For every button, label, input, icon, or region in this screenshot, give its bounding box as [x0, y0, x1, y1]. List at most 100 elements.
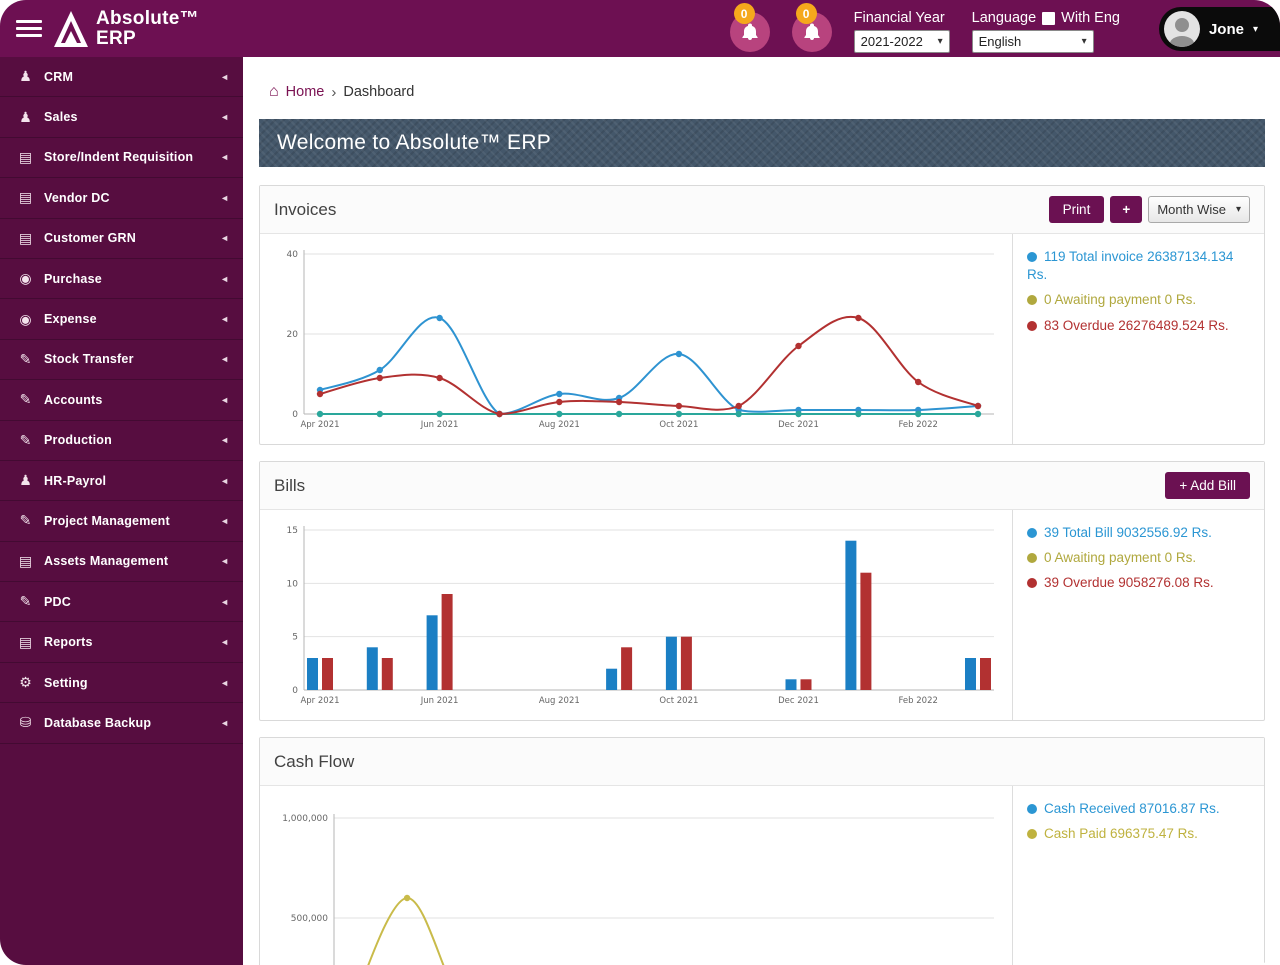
- sidebar-item-customer-grn[interactable]: ▤Customer GRN◄: [0, 219, 243, 259]
- gears-icon: ⚙: [16, 674, 35, 691]
- money-icon: ◉: [16, 270, 35, 287]
- legend-item: 0 Awaiting payment 0 Rs.: [1027, 549, 1254, 567]
- sidebar-item-vendor-dc[interactable]: ▤Vendor DC◄: [0, 178, 243, 218]
- sidebar-item-crm[interactable]: ♟CRM◄: [0, 57, 243, 97]
- sidebar: ♟CRM◄♟Sales◄▤Store/Indent Requisition◄▤V…: [0, 57, 243, 965]
- sidebar-item-sales[interactable]: ♟Sales◄: [0, 97, 243, 137]
- bell-icon: [741, 23, 759, 41]
- money-icon: ◉: [16, 311, 35, 328]
- sidebar-item-stock-transfer[interactable]: ✎ Stock Transfer ◄: [0, 340, 243, 380]
- invoices-card: Invoices Print + Month Wise ▾ 02040Apr 2…: [259, 185, 1265, 445]
- bills-legend: 39 Total Bill 9032556.92 Rs. 0 Awaiting p…: [1012, 510, 1264, 720]
- sidebar-item-accounts[interactable]: ✎Accounts◄: [0, 380, 243, 420]
- sidebar-item-label: Store/Indent Requisition: [44, 150, 193, 164]
- sidebar-item-store-indent-requisition[interactable]: ▤Store/Indent Requisition◄: [0, 138, 243, 178]
- notification-bell-1[interactable]: 0: [730, 12, 770, 52]
- financial-year-label: Financial Year: [854, 10, 950, 26]
- home-icon[interactable]: ⌂: [269, 83, 279, 101]
- user-menu[interactable]: Jone ▾: [1159, 7, 1280, 51]
- user-name: Jone: [1209, 21, 1244, 38]
- svg-text:10: 10: [287, 579, 299, 589]
- caret-left-icon: ◄: [220, 354, 229, 364]
- sidebar-item-purchase[interactable]: ◉Purchase◄: [0, 259, 243, 299]
- caret-left-icon: ◄: [220, 274, 229, 284]
- svg-text:20: 20: [287, 330, 299, 340]
- with-eng-label: With Eng: [1061, 10, 1120, 26]
- database-icon: ⛁: [16, 714, 35, 731]
- card-icon: ▤: [16, 230, 35, 247]
- sidebar-item-label: Accounts: [44, 393, 103, 407]
- sidebar-item-project-management[interactable]: ✎Project Management◄: [0, 501, 243, 541]
- svg-text:Dec 2021: Dec 2021: [778, 420, 819, 430]
- add-invoice-button[interactable]: +: [1110, 196, 1142, 223]
- legend-text: 83 Overdue 26276489.524 Rs.: [1044, 318, 1229, 333]
- language-value: English: [979, 34, 1022, 49]
- svg-text:1,000,000: 1,000,000: [282, 814, 328, 824]
- legend-dot: [1027, 295, 1037, 305]
- legend-text: 0 Awaiting payment 0 Rs.: [1044, 550, 1196, 565]
- bills-card: Bills + Add Bill 051015Apr 2021Jun 2021A…: [259, 461, 1265, 721]
- caret-left-icon: ◄: [220, 72, 229, 82]
- bell-icon: [803, 23, 821, 41]
- legend-text: 39 Overdue 9058276.08 Rs.: [1044, 575, 1214, 590]
- logo-triangle-icon: [54, 10, 88, 48]
- sidebar-item-reports[interactable]: ▤Reports◄: [0, 622, 243, 662]
- svg-text:Jun 2021: Jun 2021: [420, 420, 459, 430]
- sidebar-item-label: Stock Transfer: [44, 352, 134, 366]
- pencil-icon: ✎: [16, 351, 35, 368]
- hamburger-menu-icon[interactable]: [16, 20, 42, 37]
- pencil-icon: ✎: [16, 512, 35, 529]
- bills-card-header: Bills + Add Bill: [260, 462, 1264, 510]
- pencil-icon: ✎: [16, 593, 35, 610]
- financial-year-block: Financial Year 2021-2022 ▾: [854, 10, 950, 53]
- invoices-card-header: Invoices Print + Month Wise ▾: [260, 186, 1264, 234]
- svg-text:0: 0: [292, 686, 298, 696]
- sidebar-item-setting[interactable]: ⚙Setting◄: [0, 663, 243, 703]
- legend-dot: [1027, 252, 1037, 262]
- month-wise-select[interactable]: Month Wise ▾: [1148, 196, 1250, 223]
- sidebar-item-hr-payrol[interactable]: ♟HR-Payrol◄: [0, 461, 243, 501]
- user-icon: ♟: [16, 472, 35, 489]
- legend-dot: [1027, 829, 1037, 839]
- sidebar-item-label: Expense: [44, 312, 97, 326]
- svg-text:Feb 2022: Feb 2022: [899, 420, 938, 430]
- language-select[interactable]: English ▾: [972, 30, 1094, 53]
- pencil-icon: ✎: [16, 391, 35, 408]
- caret-left-icon: ◄: [220, 435, 229, 445]
- caret-left-icon: ◄: [220, 314, 229, 324]
- svg-text:Feb 2022: Feb 2022: [899, 696, 938, 706]
- brand-line1: Absolute™: [96, 9, 199, 28]
- language-block: Language With Eng English ▾: [972, 10, 1120, 53]
- svg-text:5: 5: [292, 633, 298, 643]
- cashflow-card: Cash Flow 0500,0001,000,000Apr 2021Jun 2…: [259, 737, 1265, 965]
- financial-year-select[interactable]: 2021-2022 ▾: [854, 30, 950, 53]
- user-icon: ♟: [16, 109, 35, 126]
- bills-title: Bills: [274, 476, 305, 496]
- with-eng-checkbox[interactable]: [1042, 12, 1055, 25]
- add-bill-button[interactable]: + Add Bill: [1165, 472, 1250, 499]
- pencil-icon: ✎: [16, 432, 35, 449]
- caret-left-icon: ◄: [220, 556, 229, 566]
- breadcrumb-home-link[interactable]: Home: [286, 84, 325, 100]
- language-label: Language: [972, 10, 1037, 26]
- invoices-title: Invoices: [274, 200, 336, 220]
- cashflow-legend: Cash Received 87016.87 Rs.Cash Paid 6963…: [1012, 786, 1264, 965]
- print-button[interactable]: Print: [1049, 196, 1105, 223]
- bills-bar-chart: 051015Apr 2021Jun 2021Aug 2021Oct 2021De…: [268, 520, 1008, 716]
- sidebar-item-label: HR-Payrol: [44, 474, 106, 488]
- svg-text:15: 15: [287, 526, 298, 536]
- sidebar-item-expense[interactable]: ◉ Expense ◄: [0, 299, 243, 339]
- notification-bell-2[interactable]: 0: [792, 12, 832, 52]
- sidebar-item-assets-management[interactable]: ▤Assets Management◄: [0, 542, 243, 582]
- sidebar-item-database-backup[interactable]: ⛁Database Backup◄: [0, 703, 243, 743]
- sidebar-item-production[interactable]: ✎Production◄: [0, 421, 243, 461]
- cashflow-line-chart: 0500,0001,000,000Apr 2021Jun 2021Aug 202…: [268, 796, 1008, 965]
- caret-left-icon: ◄: [220, 233, 229, 243]
- svg-text:Oct 2021: Oct 2021: [659, 696, 698, 706]
- topbar-right: 0 0 Financial Year 2021-2022 ▾: [730, 4, 1120, 53]
- caret-left-icon: ◄: [220, 718, 229, 728]
- sidebar-item-pdc[interactable]: ✎PDC◄: [0, 582, 243, 622]
- legend-item: 39 Overdue 9058276.08 Rs.: [1027, 574, 1254, 592]
- card-icon: ▤: [16, 634, 35, 651]
- legend-item: 39 Total Bill 9032556.92 Rs.: [1027, 524, 1254, 542]
